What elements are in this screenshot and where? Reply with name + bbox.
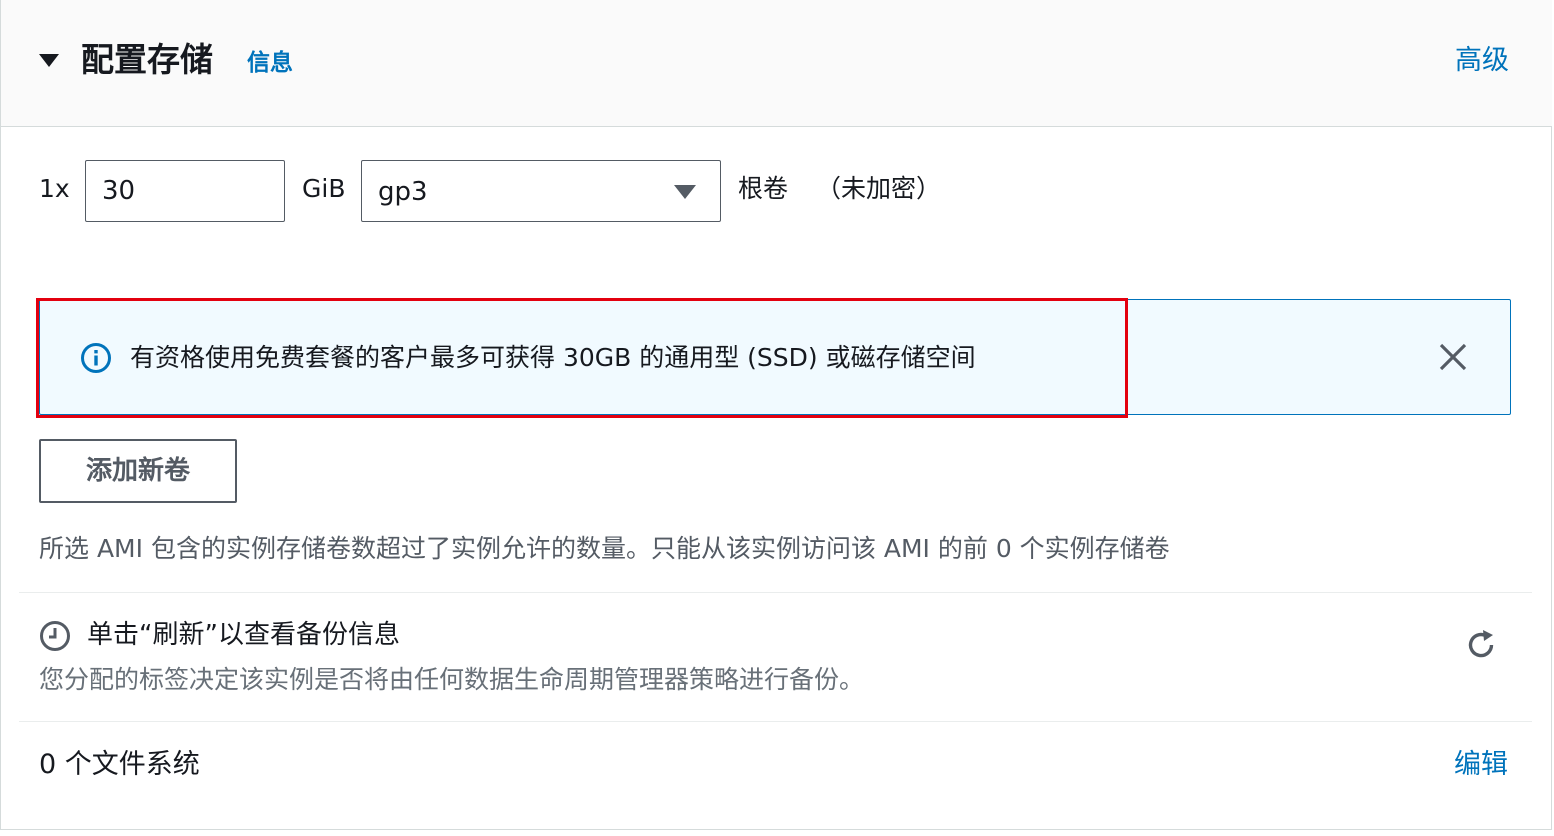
volume-type-value: gp3 [378, 177, 428, 207]
section-title: 配置存储 [81, 40, 213, 79]
advanced-link[interactable]: 高级 [1455, 44, 1509, 78]
divider [19, 592, 1532, 593]
storage-panel: 配置存储 信息 高级 1x GiB gp3 根卷 （未加密） 有资格使用免费套餐… [0, 0, 1552, 830]
caret-down-icon[interactable] [39, 54, 59, 67]
alert-message: 有资格使用免费套餐的客户最多可获得 30GB 的通用型 (SSD) 或磁存储空间 [130, 343, 976, 372]
volume-type-select[interactable]: gp3 [361, 160, 721, 222]
ami-instance-store-note: 所选 AMI 包含的实例存储卷数超过了实例允许的数量。只能从该实例访问该 AMI… [39, 534, 1170, 563]
root-volume-row: 1x GiB gp3 根卷 （未加密） [1, 158, 1553, 224]
edit-file-systems-link[interactable]: 编辑 [1454, 747, 1508, 783]
clock-icon [40, 621, 70, 651]
add-volume-button[interactable]: 添加新卷 [39, 439, 237, 503]
info-icon [81, 343, 111, 373]
close-icon[interactable] [1436, 340, 1470, 374]
file-systems-count: 0 个文件系统 [39, 749, 200, 780]
volume-size-input[interactable] [85, 160, 285, 222]
section-header[interactable]: 配置存储 信息 高级 [1, 0, 1552, 127]
volume-multiplier: 1x [39, 174, 70, 203]
backup-info-title: 单击“刷新”以查看备份信息 [87, 620, 400, 650]
divider [19, 721, 1532, 722]
info-link[interactable]: 信息 [247, 48, 293, 78]
free-tier-alert: 有资格使用免费套餐的客户最多可获得 30GB 的通用型 (SSD) 或磁存储空间 [39, 299, 1511, 415]
size-unit-label: GiB [302, 174, 346, 203]
root-volume-label: 根卷 [738, 174, 789, 203]
dropdown-caret-icon [674, 185, 696, 199]
refresh-icon[interactable] [1463, 627, 1499, 663]
encryption-status: （未加密） [816, 174, 942, 203]
backup-info-description: 您分配的标签决定该实例是否将由任何数据生命周期管理器策略进行备份。 [39, 665, 865, 694]
